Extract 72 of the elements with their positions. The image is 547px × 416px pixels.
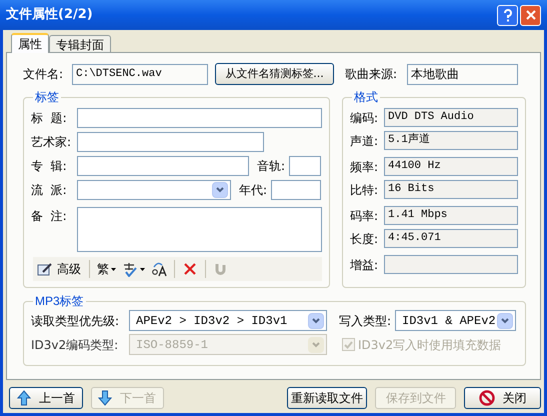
- field-label: 声道:: [350, 132, 380, 150]
- read-only-field[interactable]: 44100 Hz: [384, 157, 518, 176]
- read-only-field[interactable]: 16 Bits: [384, 180, 518, 199]
- convert-dropdown-button[interactable]: 繁: [94, 259, 119, 279]
- group-title: 格式: [353, 89, 379, 106]
- dropdown-button[interactable]: [497, 312, 513, 328]
- text-field[interactable]: [77, 108, 322, 128]
- delete-icon: [183, 262, 197, 276]
- close-dialog-button[interactable]: 关闭: [464, 386, 542, 408]
- undo-icon: [214, 262, 226, 276]
- chevron-down-icon: [312, 342, 320, 348]
- group-title: MP3标签: [34, 293, 85, 310]
- field-label: 流 派:: [31, 182, 68, 199]
- dropdown-button[interactable]: [212, 182, 228, 198]
- field-label: 比特:: [350, 182, 380, 198]
- caret-icon: [140, 268, 145, 270]
- field-label: 码率:: [350, 208, 380, 224]
- field-label: 标 题:: [31, 110, 68, 127]
- field-label: ID3v2编码类型:: [31, 336, 120, 354]
- dropdown-field[interactable]: ID3v1 & APEv2: [395, 310, 516, 331]
- song-source-field[interactable]: 本地歌曲: [407, 64, 518, 84]
- song-source-label: 歌曲来源:: [345, 66, 398, 83]
- help-icon: [502, 8, 512, 22]
- file-name-field[interactable]: C:\DTSENC.wav: [72, 64, 208, 84]
- read-only-field[interactable]: 4:45.071: [384, 229, 518, 248]
- previous-button[interactable]: 上一首: [9, 386, 83, 408]
- read-only-field[interactable]: [384, 255, 518, 274]
- text-field[interactable]: [271, 180, 322, 200]
- field-label: 长度:: [350, 230, 380, 248]
- spell-check-icon: [122, 262, 138, 276]
- tab[interactable]: 属性: [11, 33, 49, 53]
- field-label: 艺术家:: [31, 134, 72, 151]
- checkbox-label: ID3v2写入时使用填充数据: [358, 336, 502, 354]
- read-only-field[interactable]: 5.1声道: [384, 131, 518, 150]
- caret-icon: [111, 268, 116, 270]
- edit-icon: [37, 262, 53, 276]
- arrow-up-icon: [16, 390, 31, 406]
- advanced-button[interactable]: 高级: [33, 259, 85, 279]
- guess-tags-button[interactable]: 从文件名猜测标签...: [215, 63, 334, 85]
- text-field[interactable]: [289, 156, 322, 176]
- comment-field[interactable]: [77, 207, 322, 252]
- arrow-down-icon: [98, 390, 112, 406]
- field-label: 频率:: [350, 158, 380, 176]
- dropdown-field[interactable]: [77, 180, 231, 200]
- field-label: 读取类型优先级:: [31, 312, 120, 330]
- field-label: 音轨:: [257, 158, 286, 175]
- close-icon: [526, 10, 536, 20]
- tab[interactable]: 专辑封面: [49, 35, 111, 52]
- chevron-down-icon: [216, 187, 224, 193]
- close-button[interactable]: [520, 4, 541, 26]
- no-entry-icon: [478, 390, 495, 406]
- field-label: 增益:: [350, 256, 380, 274]
- text-field[interactable]: [77, 156, 249, 176]
- check-icon: [344, 340, 353, 348]
- chevron-down-icon: [501, 318, 509, 324]
- dropdown-button[interactable]: [308, 312, 324, 328]
- field-label: 专 辑:: [31, 158, 68, 175]
- file-name-label: 文件名:: [23, 66, 64, 83]
- field-label: 年代:: [239, 182, 268, 199]
- field-label: 备 注:: [31, 208, 68, 225]
- read-only-field[interactable]: DVD DTS Audio: [384, 108, 518, 127]
- chevron-down-icon: [312, 318, 320, 324]
- field-label: 编码:: [350, 110, 380, 126]
- case-icon: [151, 261, 167, 277]
- reload-button[interactable]: 重新读取文件: [286, 386, 368, 408]
- window-title: 文件属性(2/2): [6, 6, 93, 24]
- dropdown-field[interactable]: APEv2 > ID3v2 > ID3v1: [129, 310, 327, 331]
- read-only-field[interactable]: 1.41 Mbps: [384, 206, 518, 225]
- text-field[interactable]: [77, 132, 264, 152]
- help-button[interactable]: [497, 4, 518, 26]
- group-title: 标签: [34, 89, 60, 106]
- field-label: 写入类型:: [339, 312, 392, 330]
